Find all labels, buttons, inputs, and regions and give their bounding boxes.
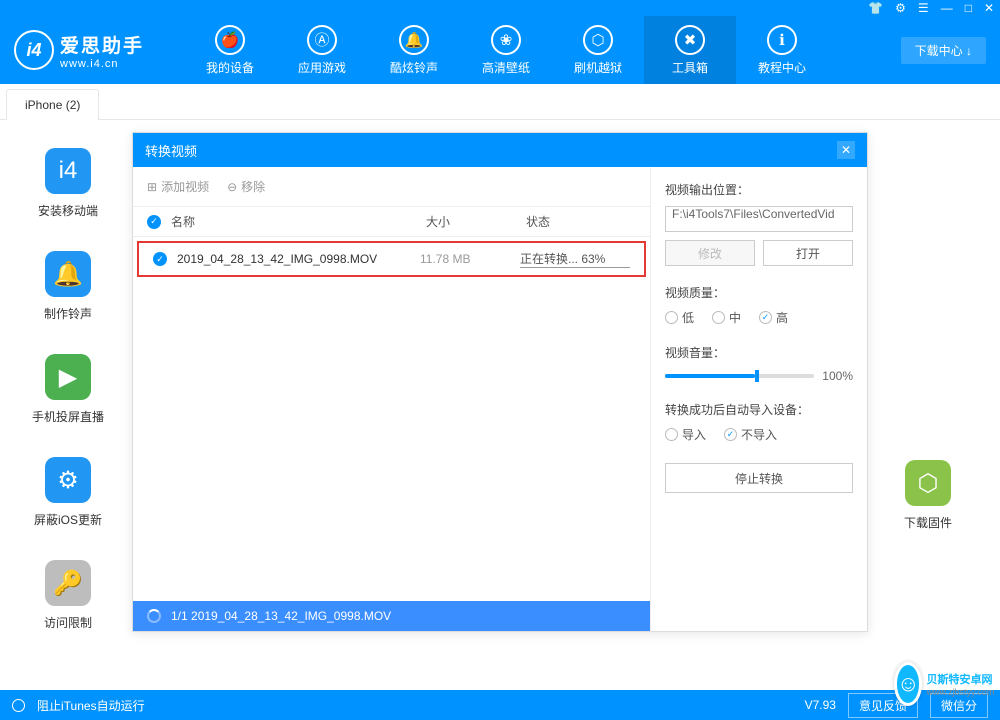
sidebar-make-ringtone[interactable]: 🔔制作铃声 xyxy=(28,251,108,322)
close-icon[interactable]: ✕ xyxy=(984,1,994,15)
gear-icon: ⚙ xyxy=(45,457,91,503)
modal-settings-panel: 视频输出位置： F:\i4Tools7\Files\ConvertedVid 修… xyxy=(651,167,867,631)
bell-icon: 🔔 xyxy=(45,251,91,297)
app-icon: Ⓐ xyxy=(307,25,337,55)
add-video-button[interactable]: ⊞添加视频 xyxy=(147,178,209,195)
volume-label: 视频音量： xyxy=(665,344,853,361)
logo-title: 爱思助手 xyxy=(60,31,144,58)
flower-icon: ❀ xyxy=(491,25,521,55)
watermark-name: 贝斯特安卓网 xyxy=(926,671,994,687)
progress-bar: 1/1 2019_04_28_13_42_IMG_0998.MOV xyxy=(133,601,650,631)
footer: 阻止iTunes自动运行 V7.93 意见反馈 微信分 xyxy=(0,690,1000,720)
watermark-icon: ☺ xyxy=(894,662,922,706)
select-all-check[interactable]: ✓ xyxy=(147,215,161,229)
key-icon: 🔑 xyxy=(45,560,91,606)
maximize-icon[interactable]: □ xyxy=(965,1,972,15)
nav-wallpaper[interactable]: ❀高清壁纸 xyxy=(460,16,552,84)
download-center-button[interactable]: 下载中心 ↓ xyxy=(901,37,986,64)
nav-my-device[interactable]: 🍎我的设备 xyxy=(184,16,276,84)
stop-convert-button[interactable]: 停止转换 xyxy=(665,463,853,493)
modal-titlebar: 转换视频 ✕ xyxy=(133,133,867,167)
logo-icon: i4 xyxy=(14,30,54,70)
remove-icon: ⊖ xyxy=(227,180,237,194)
main-area: i4安装移动端 🔔制作铃声 ▶手机投屏直播 ⚙屏蔽iOS更新 🔑访问限制 ⬡下载… xyxy=(0,120,1000,690)
sidebar-restrictions[interactable]: 🔑访问限制 xyxy=(28,560,108,631)
volume-value: 100% xyxy=(822,369,853,383)
nav-jailbreak[interactable]: ⬡刷机越狱 xyxy=(552,16,644,84)
row-filesize: 11.78 MB xyxy=(420,252,520,266)
import-radios: 导入 不导入 xyxy=(665,426,853,443)
apparel-icon[interactable]: 👕 xyxy=(868,1,883,15)
list-row[interactable]: ✓ 2019_04_28_13_42_IMG_0998.MOV 11.78 MB… xyxy=(137,241,646,277)
quality-label: 视频质量： xyxy=(665,284,853,301)
sidebar-screen-cast[interactable]: ▶手机投屏直播 xyxy=(28,354,108,425)
quality-mid[interactable]: 中 xyxy=(712,309,741,326)
remove-button[interactable]: ⊖移除 xyxy=(227,178,265,195)
main-nav: 🍎我的设备 Ⓐ应用游戏 🔔酷炫铃声 ❀高清壁纸 ⬡刷机越狱 ✖工具箱 ℹ教程中心 xyxy=(184,16,901,84)
list-header: ✓ 名称 大小 状态 xyxy=(133,207,650,237)
col-name: 名称 xyxy=(171,213,426,230)
progress-text: 1/1 2019_04_28_13_42_IMG_0998.MOV xyxy=(171,609,391,623)
header: i4 爱思助手 www.i4.cn 🍎我的设备 Ⓐ应用游戏 🔔酷炫铃声 ❀高清壁… xyxy=(0,16,1000,84)
watermark-url: www.zjbstyy.com xyxy=(926,687,994,697)
nav-toolbox[interactable]: ✖工具箱 xyxy=(644,16,736,84)
add-icon: ⊞ xyxy=(147,180,157,194)
import-no[interactable]: 不导入 xyxy=(724,426,777,443)
output-path-label: 视频输出位置： xyxy=(665,181,853,198)
col-status: 状态 xyxy=(526,213,636,230)
sidebar-right: ⬡下载固件 xyxy=(888,460,968,563)
info-icon: ℹ xyxy=(767,25,797,55)
box-icon: ⬡ xyxy=(583,25,613,55)
row-check[interactable]: ✓ xyxy=(153,252,167,266)
logo: i4 爱思助手 www.i4.cn xyxy=(14,30,144,70)
logo-subtitle: www.i4.cn xyxy=(60,58,144,70)
quality-high[interactable]: 高 xyxy=(759,309,788,326)
row-status: 正在转换... 63% xyxy=(520,250,630,268)
convert-video-modal: 转换视频 ✕ ⊞添加视频 ⊖移除 ✓ 名称 大小 状态 ✓ 2019_04_28… xyxy=(132,132,868,632)
open-button[interactable]: 打开 xyxy=(763,240,853,266)
output-path-input[interactable]: F:\i4Tools7\Files\ConvertedVid xyxy=(665,206,853,232)
volume-slider[interactable]: 100% xyxy=(665,369,853,383)
sidebar-install-mobile[interactable]: i4安装移动端 xyxy=(28,148,108,219)
import-yes[interactable]: 导入 xyxy=(665,426,706,443)
itunes-block-label[interactable]: 阻止iTunes自动运行 xyxy=(37,697,145,714)
nav-apps[interactable]: Ⓐ应用游戏 xyxy=(276,16,368,84)
row-filename: 2019_04_28_13_42_IMG_0998.MOV xyxy=(177,252,420,266)
apple-icon: 🍎 xyxy=(215,25,245,55)
tab-bar: iPhone (2) xyxy=(0,84,1000,120)
sidebar-block-update[interactable]: ⚙屏蔽iOS更新 xyxy=(28,457,108,528)
cube-icon: ⬡ xyxy=(905,460,951,506)
import-label: 转换成功后自动导入设备： xyxy=(665,401,853,418)
modal-list-panel: ⊞添加视频 ⊖移除 ✓ 名称 大小 状态 ✓ 2019_04_28_13_42_… xyxy=(133,167,651,631)
titlebar: 👕 ⚙ ☰ — □ ✕ xyxy=(0,0,1000,16)
modal-title-text: 转换视频 xyxy=(145,141,197,160)
sidebar-download-firmware[interactable]: ⬡下载固件 xyxy=(888,460,968,531)
spinner-icon xyxy=(147,609,161,623)
status-icon xyxy=(12,699,25,712)
menu-icon[interactable]: ☰ xyxy=(918,1,929,15)
i4-icon: i4 xyxy=(45,148,91,194)
modify-button[interactable]: 修改 xyxy=(665,240,755,266)
slider-thumb[interactable] xyxy=(755,370,759,382)
quality-low[interactable]: 低 xyxy=(665,309,694,326)
bell-icon: 🔔 xyxy=(399,25,429,55)
col-size: 大小 xyxy=(426,213,526,230)
modal-toolbar: ⊞添加视频 ⊖移除 xyxy=(133,167,650,207)
play-icon: ▶ xyxy=(45,354,91,400)
nav-tutorials[interactable]: ℹ教程中心 xyxy=(736,16,828,84)
tools-icon: ✖ xyxy=(675,25,705,55)
minimize-icon[interactable]: — xyxy=(941,1,953,15)
gear-icon[interactable]: ⚙ xyxy=(895,1,906,15)
quality-radios: 低 中 高 xyxy=(665,309,853,326)
nav-ringtones[interactable]: 🔔酷炫铃声 xyxy=(368,16,460,84)
version-label: V7.93 xyxy=(805,698,836,712)
watermark: ☺ 贝斯特安卓网 www.zjbstyy.com xyxy=(894,654,994,714)
modal-close-button[interactable]: ✕ xyxy=(837,141,855,159)
sidebar: i4安装移动端 🔔制作铃声 ▶手机投屏直播 ⚙屏蔽iOS更新 🔑访问限制 xyxy=(28,148,108,663)
tab-iphone[interactable]: iPhone (2) xyxy=(6,89,99,120)
